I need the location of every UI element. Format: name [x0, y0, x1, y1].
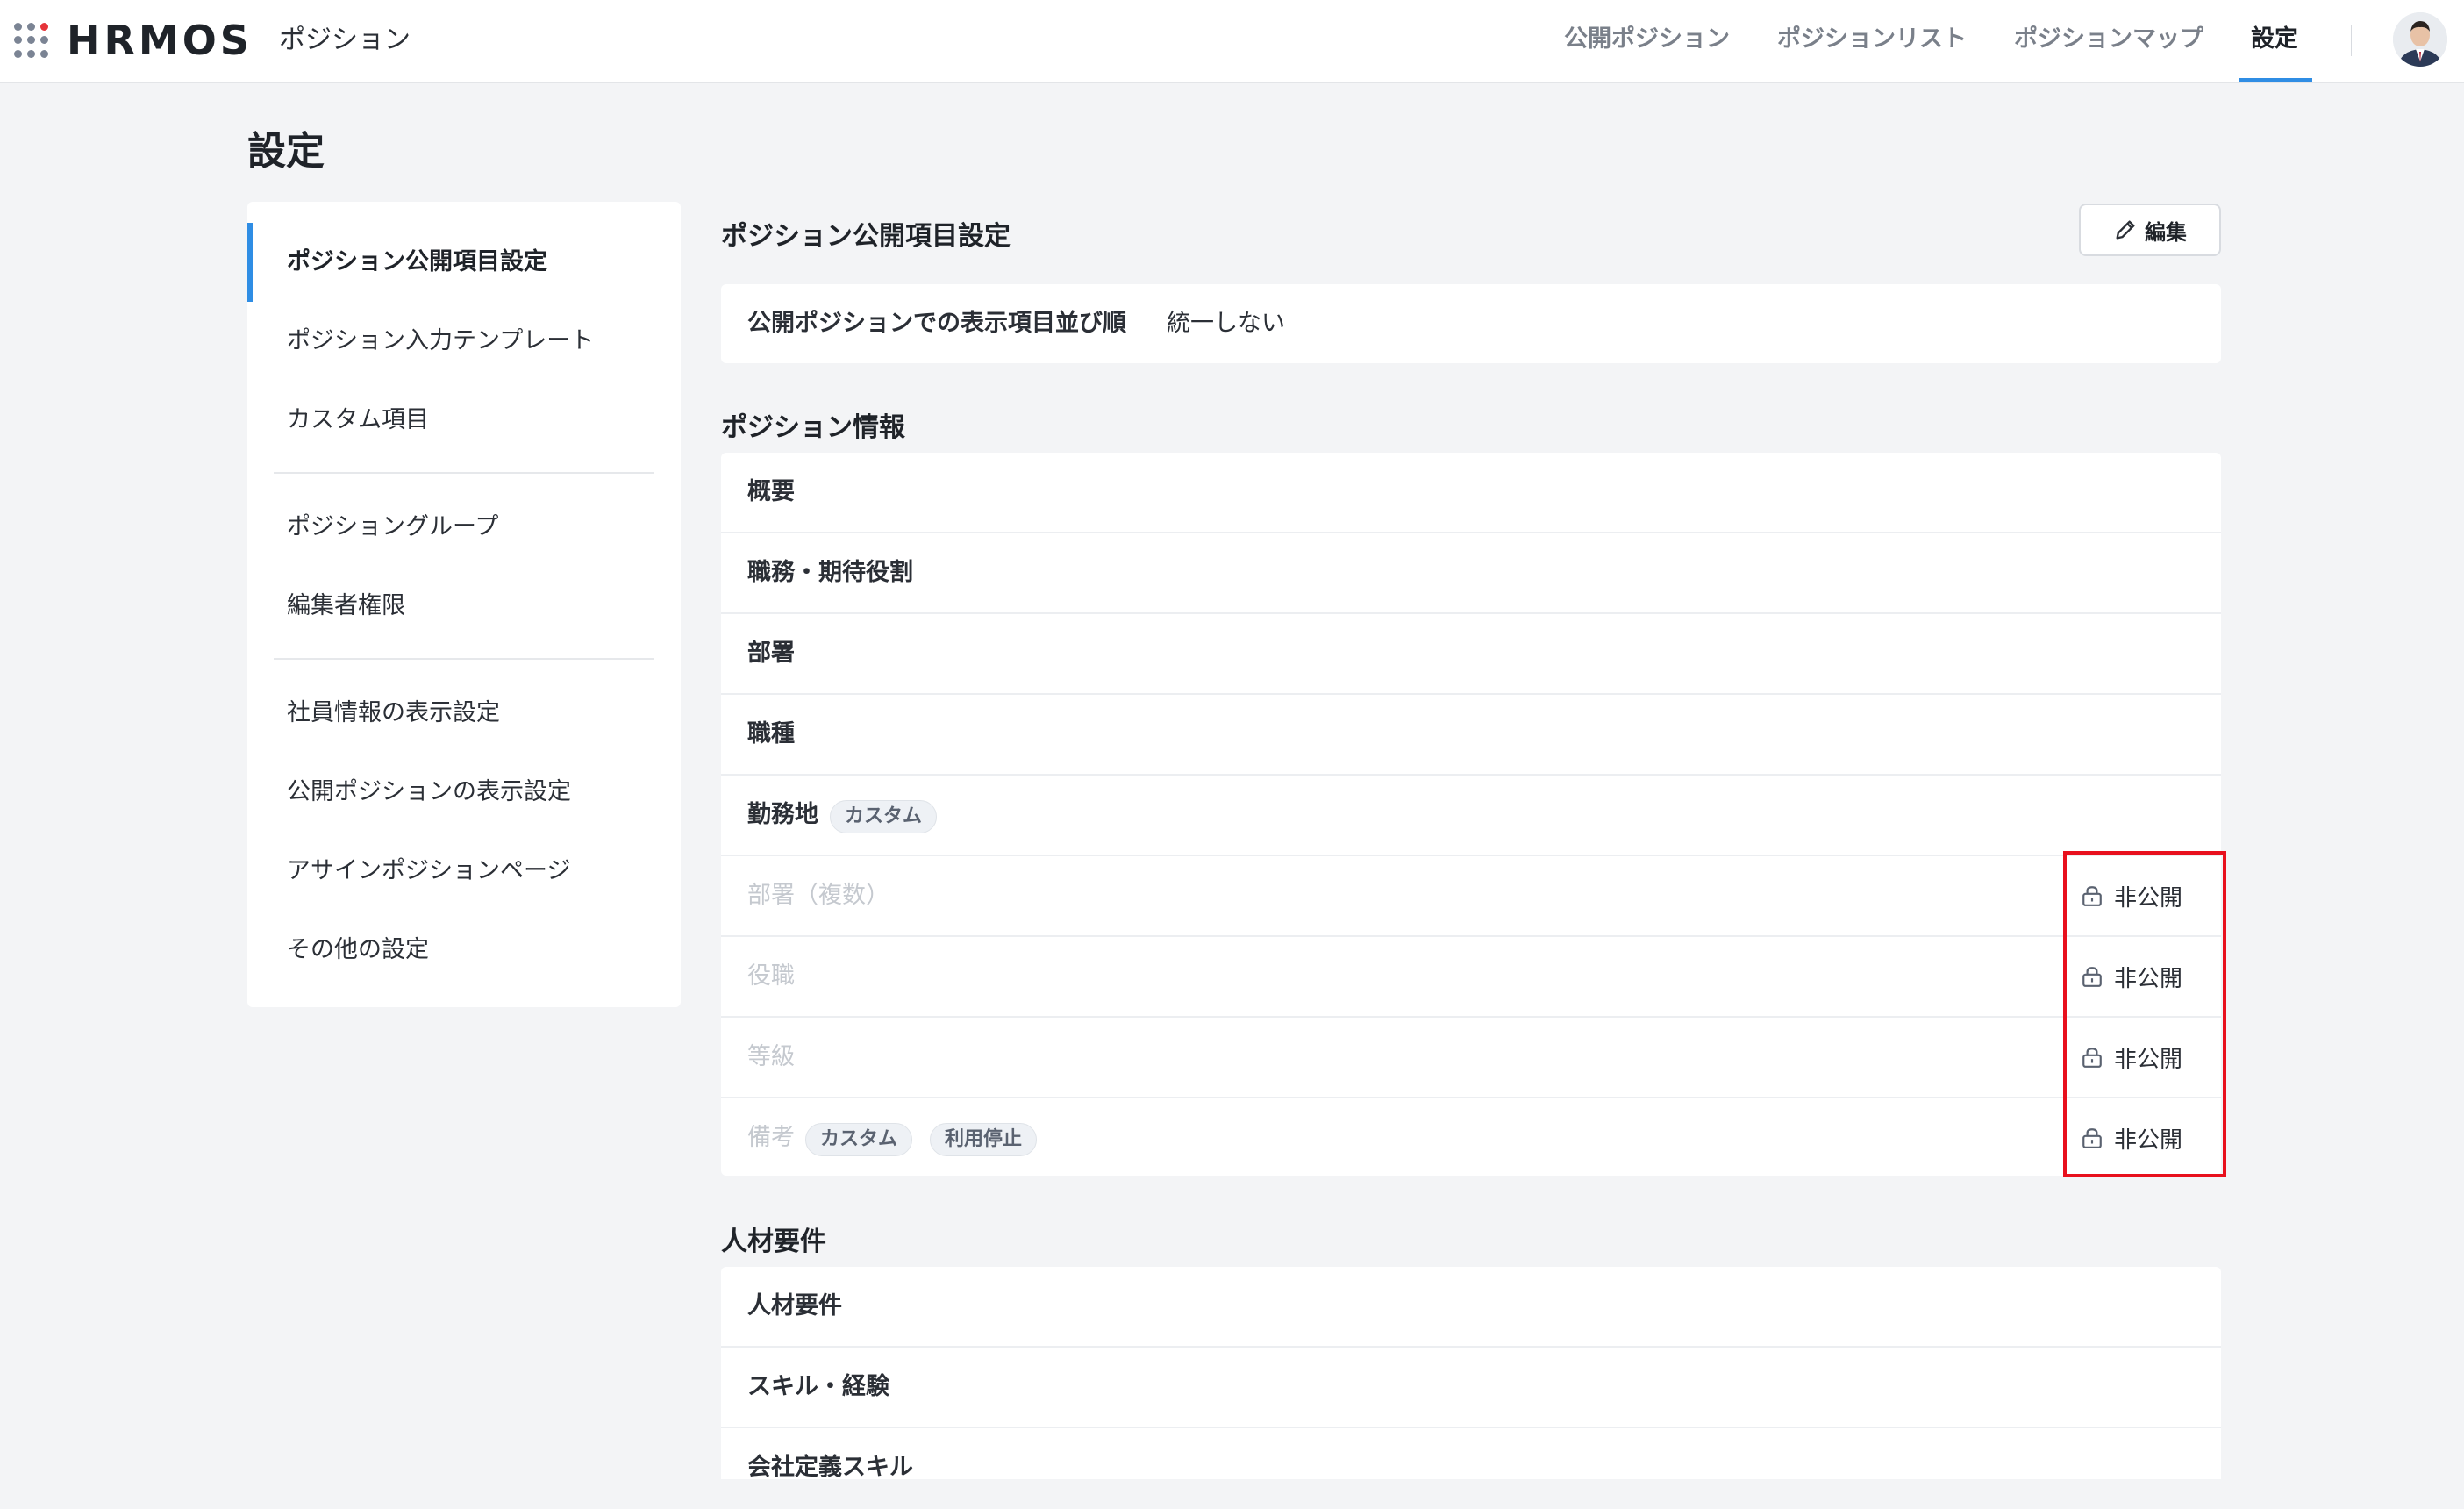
tab-public-positions[interactable]: 公開ポジション [1564, 0, 1730, 83]
list-item: スキル・経験 [721, 1348, 2221, 1428]
top-header: HRMOS ポジション 公開ポジション ポジションリスト ポジションマップ 設定 [0, 0, 2464, 83]
tab-position-map[interactable]: ポジションマップ [2014, 0, 2203, 83]
settings-sidebar: ポジション公開項目設定 ポジション入力テンプレート カスタム項目 ポジショングル… [247, 202, 681, 1007]
field-label: 職務・期待役割 [747, 559, 913, 586]
requirements-title: 人材要件 [721, 1227, 826, 1257]
tab-settings[interactable]: 設定 [2251, 0, 2298, 83]
custom-badge: カスタム [805, 1123, 913, 1156]
sidebar-item-editor-permissions[interactable]: 編集者権限 [247, 567, 681, 646]
list-item: 役職 非公開 [721, 937, 2221, 1018]
field-label: 備考 [747, 1124, 795, 1151]
sidebar-item-custom-fields[interactable]: カスタム項目 [247, 381, 681, 460]
product-name: ポジション [279, 25, 411, 55]
pencil-icon [2116, 220, 2135, 240]
sidebar-item-other-settings[interactable]: その他の設定 [247, 911, 681, 990]
list-item: 等級 非公開 [721, 1018, 2221, 1098]
tab-position-list[interactable]: ポジションリスト [1777, 0, 1967, 83]
field-label: 職種 [747, 720, 795, 747]
header-divider [2351, 25, 2352, 56]
page-title: 設定 [247, 129, 325, 174]
position-info-card: 概要 職務・期待役割 部署 職種 勤務地 カスタム 部署（複数） 非公開 役職 [721, 453, 2221, 1176]
list-item: 備考 カスタム 利用停止 非公開 [721, 1098, 2221, 1179]
field-label: スキル・経験 [747, 1373, 889, 1400]
sidebar-item-publish-fields[interactable]: ポジション公開項目設定 [247, 223, 681, 302]
sidebar-divider [274, 658, 654, 660]
list-item: 概要 [721, 453, 2221, 533]
sidebar-item-input-template[interactable]: ポジション入力テンプレート [247, 302, 681, 381]
display-order-card: 公開ポジションでの表示項目並び順 統一しない [721, 284, 2221, 363]
display-order-label: 公開ポジションでの表示項目並び順 [747, 310, 1126, 337]
app-switcher-icon[interactable] [14, 23, 49, 58]
section-title: ポジション公開項目設定 [721, 221, 1011, 252]
active-tab-indicator [2239, 78, 2312, 82]
field-label: 役職 [747, 962, 795, 990]
field-label: 部署（複数） [747, 882, 889, 909]
list-item: 人材要件 [721, 1267, 2221, 1348]
custom-badge: カスタム [830, 800, 938, 833]
highlight-annotation-box [2063, 851, 2226, 1177]
list-item: 職務・期待役割 [721, 533, 2221, 614]
field-label: 勤務地 [747, 801, 818, 828]
sidebar-divider [274, 472, 654, 474]
user-avatar[interactable] [2393, 12, 2447, 67]
sidebar-item-public-position-display[interactable]: 公開ポジションの表示設定 [247, 753, 681, 832]
list-item: 部署 [721, 614, 2221, 695]
edit-button-label: 編集 [2145, 219, 2187, 245]
suspended-badge: 利用停止 [930, 1123, 1038, 1156]
field-label: 会社定義スキル [747, 1454, 913, 1481]
list-item: 職種 [721, 695, 2221, 776]
field-label: 概要 [747, 478, 795, 505]
field-label: 等級 [747, 1043, 795, 1070]
sidebar-item-employee-display[interactable]: 社員情報の表示設定 [247, 674, 681, 753]
display-order-value: 統一しない [1167, 310, 1285, 337]
edit-button[interactable]: 編集 [2079, 204, 2221, 256]
list-item: 勤務地 カスタム [721, 776, 2221, 856]
requirements-card: 人材要件 スキル・経験 会社定義スキル [721, 1267, 2221, 1481]
hrmos-logo[interactable]: HRMOS [67, 14, 253, 67]
field-label: 人材要件 [747, 1292, 842, 1319]
sidebar-item-assign-position-page[interactable]: アサインポジションページ [247, 832, 681, 911]
position-info-title: ポジション情報 [721, 412, 905, 443]
field-label: 部署 [747, 640, 795, 667]
sidebar-item-position-group[interactable]: ポジショングループ [247, 488, 681, 567]
list-item: 部署（複数） 非公開 [721, 856, 2221, 937]
list-item: 会社定義スキル [721, 1428, 2221, 1509]
